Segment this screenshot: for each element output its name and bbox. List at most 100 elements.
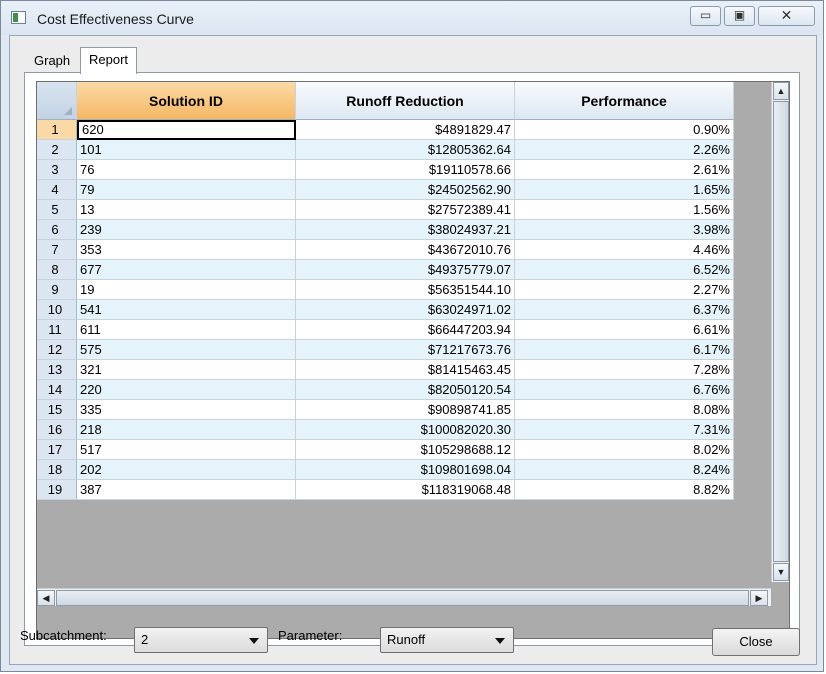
runoff-reduction-cell[interactable]: $82050120.54 [296,380,515,400]
solution-id-cell[interactable]: 387 [77,480,296,500]
runoff-reduction-cell[interactable]: $105298688.12 [296,440,515,460]
table-row[interactable]: 14 220 $82050120.54 6.76% [37,380,734,400]
subcatchment-select[interactable]: 2 [134,627,268,653]
performance-cell[interactable]: 8.02% [515,440,734,460]
solution-id-cell[interactable]: 19 [77,280,296,300]
solution-id-cell[interactable]: 220 [77,380,296,400]
performance-cell[interactable]: 6.37% [515,300,734,320]
scroll-left-icon[interactable]: ◀ [37,590,55,606]
table-row[interactable]: 9 19 $56351544.10 2.27% [37,280,734,300]
solution-id-cell[interactable]: 13 [77,200,296,220]
table-row[interactable]: 10 541 $63024971.02 6.37% [37,300,734,320]
runoff-reduction-cell[interactable]: $109801698.04 [296,460,515,480]
column-header-performance[interactable]: Performance [515,82,734,120]
vertical-scrollbar[interactable]: ▲ ▼ [771,82,789,582]
table-row[interactable]: 1 620 $4891829.47 0.90% [37,120,734,140]
column-header-solution-id[interactable]: Solution ID [77,82,296,120]
runoff-reduction-cell[interactable]: $81415463.45 [296,360,515,380]
scroll-up-icon[interactable]: ▲ [773,82,789,100]
row-header[interactable]: 15 [37,400,77,420]
runoff-reduction-cell[interactable]: $12805362.64 [296,140,515,160]
solution-id-cell[interactable]: 677 [77,260,296,280]
performance-cell[interactable]: 0.90% [515,120,734,140]
solution-id-cell[interactable]: 76 [77,160,296,180]
column-header-runoff-reduction[interactable]: Runoff Reduction [296,82,515,120]
performance-cell[interactable]: 6.76% [515,380,734,400]
row-header[interactable]: 9 [37,280,77,300]
row-header[interactable]: 10 [37,300,77,320]
solution-id-cell[interactable]: 541 [77,300,296,320]
parameter-select[interactable]: Runoff [380,627,514,653]
performance-cell[interactable]: 6.17% [515,340,734,360]
runoff-reduction-cell[interactable]: $66447203.94 [296,320,515,340]
runoff-reduction-cell[interactable]: $38024937.21 [296,220,515,240]
table-row[interactable]: 2 101 $12805362.64 2.26% [37,140,734,160]
tab-graph[interactable]: Graph [28,49,76,72]
solution-id-cell[interactable]: 101 [77,140,296,160]
solution-id-cell[interactable]: 79 [77,180,296,200]
row-header[interactable]: 11 [37,320,77,340]
row-header[interactable]: 13 [37,360,77,380]
row-header[interactable]: 6 [37,220,77,240]
table-row[interactable]: 19 387 $118319068.48 8.82% [37,480,734,500]
horizontal-scrollbar[interactable]: ◀ ▶ [37,588,771,606]
solution-id-cell[interactable]: 611 [77,320,296,340]
solution-id-cell[interactable]: 517 [77,440,296,460]
runoff-reduction-cell[interactable]: $63024971.02 [296,300,515,320]
runoff-reduction-cell[interactable]: $90898741.85 [296,400,515,420]
solution-id-cell[interactable]: 335 [77,400,296,420]
table-row[interactable]: 12 575 $71217673.76 6.17% [37,340,734,360]
title-bar[interactable]: Cost Effectiveness Curve ▭ ▣ ✕ [1,1,823,35]
runoff-reduction-cell[interactable]: $4891829.47 [296,120,515,140]
solution-id-cell[interactable]: 321 [77,360,296,380]
solution-id-cell[interactable]: 620 [77,120,296,140]
minimize-button[interactable]: ▭ [690,6,721,26]
runoff-reduction-cell[interactable]: $19110578.66 [296,160,515,180]
horizontal-scroll-thumb[interactable] [56,590,749,606]
runoff-reduction-cell[interactable]: $71217673.76 [296,340,515,360]
performance-cell[interactable]: 1.65% [515,180,734,200]
row-header[interactable]: 5 [37,200,77,220]
row-header[interactable]: 16 [37,420,77,440]
table-row[interactable]: 18 202 $109801698.04 8.24% [37,460,734,480]
performance-cell[interactable]: 8.08% [515,400,734,420]
maximize-button[interactable]: ▣ [724,6,755,26]
row-header[interactable]: 3 [37,160,77,180]
table-row[interactable]: 17 517 $105298688.12 8.02% [37,440,734,460]
row-header[interactable]: 17 [37,440,77,460]
performance-cell[interactable]: 6.61% [515,320,734,340]
performance-cell[interactable]: 8.24% [515,460,734,480]
table-row[interactable]: 4 79 $24502562.90 1.65% [37,180,734,200]
tab-report[interactable]: Report [80,47,138,74]
table-row[interactable]: 11 611 $66447203.94 6.61% [37,320,734,340]
performance-cell[interactable]: 2.61% [515,160,734,180]
performance-cell[interactable]: 2.27% [515,280,734,300]
vertical-scroll-thumb[interactable] [773,101,789,562]
table-row[interactable]: 16 218 $100082020.30 7.31% [37,420,734,440]
table-row[interactable]: 7 353 $43672010.76 4.46% [37,240,734,260]
solution-id-cell[interactable]: 239 [77,220,296,240]
performance-cell[interactable]: 7.31% [515,420,734,440]
runoff-reduction-cell[interactable]: $27572389.41 [296,200,515,220]
table-row[interactable]: 8 677 $49375779.07 6.52% [37,260,734,280]
close-button[interactable]: Close [712,628,800,656]
solution-id-cell[interactable]: 575 [77,340,296,360]
runoff-reduction-cell[interactable]: $118319068.48 [296,480,515,500]
row-header[interactable]: 18 [37,460,77,480]
scroll-right-icon[interactable]: ▶ [750,590,768,606]
runoff-reduction-cell[interactable]: $56351544.10 [296,280,515,300]
select-all-corner[interactable] [37,82,77,120]
performance-cell[interactable]: 3.98% [515,220,734,240]
row-header[interactable]: 2 [37,140,77,160]
row-header[interactable]: 4 [37,180,77,200]
row-header[interactable]: 19 [37,480,77,500]
table-row[interactable]: 5 13 $27572389.41 1.56% [37,200,734,220]
row-header[interactable]: 14 [37,380,77,400]
table-row[interactable]: 6 239 $38024937.21 3.98% [37,220,734,240]
performance-cell[interactable]: 6.52% [515,260,734,280]
table-row[interactable]: 13 321 $81415463.45 7.28% [37,360,734,380]
solution-id-cell[interactable]: 353 [77,240,296,260]
row-header[interactable]: 7 [37,240,77,260]
performance-cell[interactable]: 4.46% [515,240,734,260]
performance-cell[interactable]: 8.82% [515,480,734,500]
